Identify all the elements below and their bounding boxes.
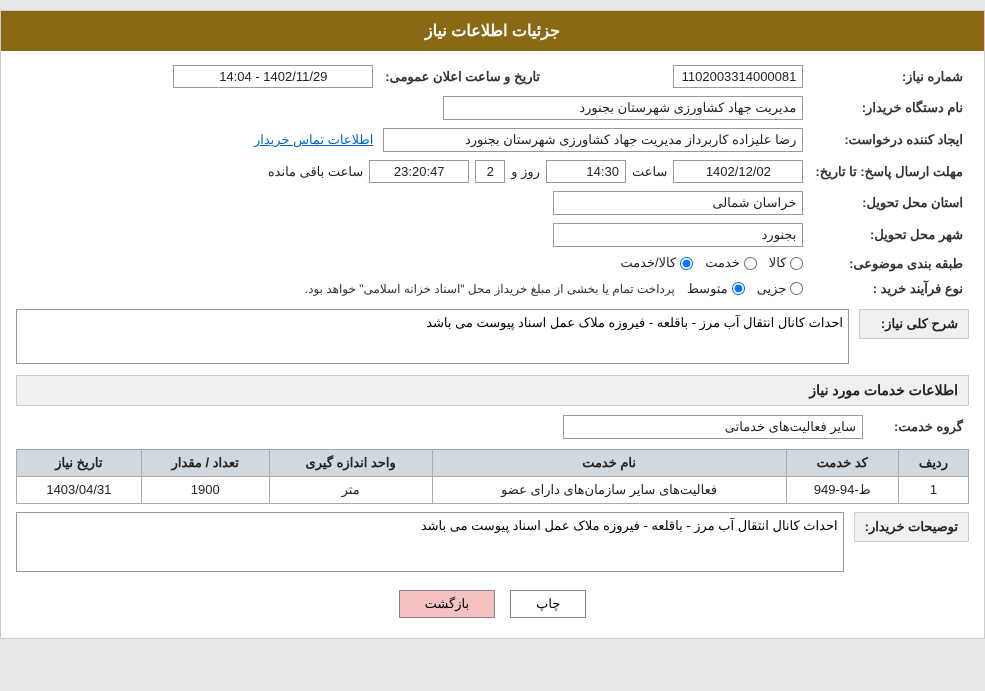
- buyer-org-label: نام دستگاه خریدار:: [809, 92, 969, 124]
- radio-jozee-label: جزیی: [757, 281, 787, 297]
- radio-kala[interactable]: کالا: [769, 255, 804, 271]
- creator-value: رضا علیزاده کاربرداز مدیریت جهاد کشاورزی…: [383, 128, 803, 152]
- buyer-desc-textarea: [16, 512, 844, 572]
- col-header-date: تاریخ نیاز: [17, 449, 142, 476]
- radio-motavaset[interactable]: متوسط: [687, 281, 745, 297]
- table-row: 1 ط-94-949 فعالیت‌های سایر سازمان‌های دا…: [17, 476, 969, 503]
- deadline-days: 2: [475, 160, 505, 183]
- radio-jozee[interactable]: جزیی: [757, 281, 804, 297]
- back-button[interactable]: بازگشت: [399, 590, 495, 618]
- radio-motavaset-label: متوسط: [687, 281, 728, 297]
- cell-date: 1403/04/31: [17, 476, 142, 503]
- col-header-unit: واحد اندازه گیری: [269, 449, 432, 476]
- description-textarea: [16, 309, 849, 364]
- pub-date-value: 1402/11/29 - 14:04: [173, 65, 373, 88]
- radio-kala-label: کالا: [769, 255, 787, 271]
- radio-kala-khadamat-label: کالا/خدمت: [620, 255, 676, 271]
- col-header-row: ردیف: [898, 449, 968, 476]
- col-header-code: کد خدمت: [786, 449, 898, 476]
- radio-khadamat-label: خدمت: [705, 255, 740, 271]
- cell-code: ط-94-949: [786, 476, 898, 503]
- description-label: شرح کلی نیاز:: [859, 309, 969, 339]
- category-label: طبقه بندی موضوعی:: [809, 251, 969, 277]
- page-title: جزئیات اطلاعات نیاز: [1, 11, 984, 51]
- cell-quantity: 1900: [141, 476, 269, 503]
- print-button[interactable]: چاپ: [510, 590, 586, 618]
- deadline-date: 1402/12/02: [673, 160, 803, 183]
- city-label: شهر محل تحویل:: [809, 219, 969, 251]
- col-header-quantity: تعداد / مقدار: [141, 449, 269, 476]
- hours-label: ساعت باقی مانده: [268, 164, 363, 180]
- deadline-remaining: 23:20:47: [369, 160, 469, 183]
- need-number-value: 1102003314000081: [673, 65, 803, 88]
- cell-row: 1: [898, 476, 968, 503]
- creator-label: ایجاد کننده درخواست:: [809, 124, 969, 156]
- services-section-header: اطلاعات خدمات مورد نیاز: [16, 375, 969, 406]
- buyer-org-value: مدیریت جهاد کشاورزی شهرستان بجنورد: [443, 96, 803, 120]
- days-label: روز و: [511, 164, 540, 180]
- radio-kala-khadamat[interactable]: کالا/خدمت: [620, 255, 693, 271]
- purchase-note: پرداخت تمام یا بخشی از مبلغ خریداز محل "…: [305, 282, 675, 296]
- deadline-time: 14:30: [546, 160, 626, 183]
- creator-link[interactable]: اطلاعات تماس خریدار: [254, 132, 373, 148]
- city-value: بجنورد: [553, 223, 803, 247]
- need-number-label: شماره نیاز:: [809, 61, 969, 92]
- purchase-type-label: نوع فرآیند خرید :: [809, 277, 969, 301]
- radio-khadamat[interactable]: خدمت: [705, 255, 757, 271]
- cell-unit: متر: [269, 476, 432, 503]
- buyer-desc-label: توصیحات خریدار:: [854, 512, 969, 542]
- deadline-label: مهلت ارسال پاسخ: تا تاریخ:: [809, 156, 969, 187]
- col-header-name: نام خدمت: [432, 449, 786, 476]
- service-group-label: گروه خدمت:: [869, 411, 969, 443]
- pub-date-label: تاریخ و ساعت اعلان عمومی:: [379, 61, 546, 92]
- time-label: ساعت: [632, 164, 667, 180]
- province-value: خراسان شمالی: [553, 191, 803, 215]
- province-label: استان محل تحویل:: [809, 187, 969, 219]
- cell-name: فعالیت‌های سایر سازمان‌های دارای عضو: [432, 476, 786, 503]
- service-group-value: سایر فعالیت‌های خدماتی: [563, 415, 863, 439]
